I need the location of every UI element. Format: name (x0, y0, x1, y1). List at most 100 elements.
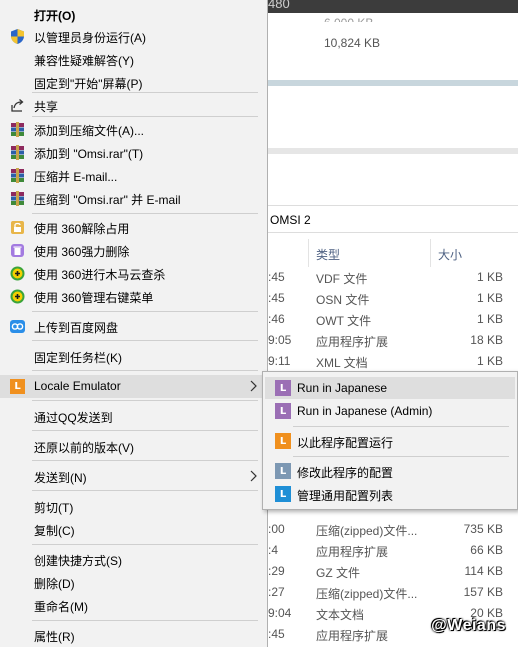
menu-item-open[interactable]: 打开(O) (0, 3, 267, 26)
menu-item-360-force-delete[interactable]: 使用 360强力删除 (0, 239, 267, 262)
menu-item-rename[interactable]: 重命名(M) (0, 594, 267, 617)
menu-item-run-as-admin[interactable]: 以管理员身份运行(A) (0, 25, 267, 48)
column-divider[interactable] (430, 239, 431, 267)
menu-item-send-to[interactable]: 发送到(N) (0, 465, 267, 488)
menu-item-label: 使用 360强力删除 (34, 245, 130, 259)
menu-item-pin-to-taskbar[interactable]: 固定到任务栏(K) (0, 345, 267, 368)
menu-item-label: 发送到(N) (34, 471, 87, 485)
file-type: 应用程序扩展 (316, 629, 389, 643)
file-type: XML 文档 (316, 356, 368, 370)
submenu-item-label: 修改此程序的配置 (297, 466, 394, 480)
menu-item-label: 上传到百度网盘 (34, 321, 119, 335)
file-row[interactable]: :27 压缩(zipped)文件... 157 KB (268, 582, 518, 603)
context-menu: 打开(O) 以管理员身份运行(A) 兼容性疑难解答(Y) 固定到"开始"屏幕(P… (0, 0, 268, 647)
file-time: :00 (268, 522, 285, 536)
menu-item-create-shortcut[interactable]: 创建快捷方式(S) (0, 548, 267, 571)
360-delete-icon (9, 242, 26, 259)
winrar-icon (9, 167, 26, 184)
file-size: 735 KB (463, 522, 503, 536)
size-value: 10,824 KB (324, 36, 381, 50)
menu-item-compress-omsi-email[interactable]: 压缩到 "Omsi.rar" 并 E-mail (0, 187, 267, 210)
menu-item-360-unlock[interactable]: 使用 360解除占用 (0, 216, 267, 239)
file-row[interactable]: :29 GZ 文件 114 KB (268, 561, 518, 582)
address-bar[interactable]: OMSI 2 (268, 205, 518, 233)
locale-emulator-submenu: L Run in Japanese L Run in Japanese (Adm… (262, 371, 518, 510)
submenu-item-modify-app-profile[interactable]: L 修改此程序的配置 (265, 460, 515, 482)
winrar-icon (9, 190, 26, 207)
menu-item-label: Locale Emulator (34, 379, 121, 393)
menu-item-copy[interactable]: 复制(C) (0, 518, 267, 541)
menu-item-360-trojan-scan[interactable]: 使用 360进行木马云查杀 (0, 262, 267, 285)
column-header-type[interactable]: 类型 (316, 246, 340, 263)
file-row[interactable]: :00 压缩(zipped)文件... 735 KB (268, 519, 518, 540)
menu-item-compress-email[interactable]: 压缩并 E-mail... (0, 164, 267, 187)
menu-separator (32, 213, 258, 214)
file-row[interactable]: :45 OSN 文件 1 KB (268, 288, 518, 309)
file-row[interactable]: :4 应用程序扩展 66 KB (268, 540, 518, 561)
share-icon (9, 97, 26, 114)
file-type: 应用程序扩展 (316, 335, 389, 349)
file-time: :27 (268, 585, 285, 599)
menu-item-label: 重命名(M) (34, 600, 88, 614)
file-type: OWT 文件 (316, 314, 372, 328)
menu-separator (32, 460, 258, 461)
file-size: 1 KB (476, 270, 503, 284)
menu-item-label: 固定到"开始"屏幕(P) (34, 77, 143, 91)
menu-item-360-manage-menu[interactable]: 使用 360管理右键菜单 (0, 285, 267, 308)
submenu-item-label: 以此程序配置运行 (297, 436, 394, 450)
file-row[interactable]: :46 OWT 文件 1 KB (268, 309, 518, 330)
menu-separator (32, 490, 258, 491)
menu-item-add-to-omsi-rar[interactable]: 添加到 "Omsi.rar"(T) (0, 141, 267, 164)
menu-item-locale-emulator[interactable]: L Locale Emulator (0, 375, 267, 398)
file-type: 压缩(zipped)文件... (316, 524, 418, 538)
menu-item-label: 压缩并 E-mail... (34, 170, 118, 184)
menu-item-label: 添加到 "Omsi.rar"(T) (34, 147, 144, 161)
file-size: 157 KB (463, 585, 503, 599)
submenu-item-manage-global-profiles[interactable]: L 管理通用配置列表 (265, 483, 515, 505)
menu-separator (32, 340, 258, 341)
file-time: :29 (268, 564, 285, 578)
file-type: GZ 文件 (316, 566, 360, 580)
menu-item-send-via-qq[interactable]: 通过QQ发送到 (0, 405, 267, 428)
menu-item-cut[interactable]: 剪切(T) (0, 495, 267, 518)
file-row[interactable]: 9:05 应用程序扩展 18 KB (268, 330, 518, 351)
file-time: :45 (268, 291, 285, 305)
file-row[interactable]: 9:11 XML 文档 1 KB (268, 351, 518, 372)
submenu-item-run-with-app-profile[interactable]: L 以此程序配置运行 (265, 430, 515, 452)
uac-shield-icon (9, 28, 26, 45)
file-type: 应用程序扩展 (316, 545, 389, 559)
menu-item-pin-to-start[interactable]: 固定到"开始"屏幕(P) (0, 71, 267, 94)
locale-emulator-icon: L (10, 379, 25, 394)
file-size: 1 KB (476, 312, 503, 326)
menu-item-label: 固定到任务栏(K) (34, 351, 122, 365)
menu-item-properties[interactable]: 属性(R) (0, 624, 267, 647)
column-divider[interactable] (308, 239, 309, 267)
menu-item-share[interactable]: 共享 (0, 94, 267, 117)
locale-emulator-icon: L (275, 486, 291, 502)
menu-item-baidu-upload[interactable]: 上传到百度网盘 (0, 315, 267, 338)
menu-separator (32, 544, 258, 545)
menu-item-compat-troubleshoot[interactable]: 兼容性疑难解答(Y) (0, 48, 267, 71)
winrar-icon (9, 144, 26, 161)
locale-emulator-icon: L (275, 463, 291, 479)
submenu-item-run-in-japanese-admin[interactable]: L Run in Japanese (Admin) (265, 400, 515, 422)
menu-item-label: 属性(R) (34, 630, 75, 644)
menu-item-label: 共享 (34, 100, 59, 114)
file-size: 66 KB (470, 543, 503, 557)
address-path: OMSI 2 (270, 213, 311, 227)
column-header-size[interactable]: 大小 (438, 246, 462, 263)
file-row[interactable]: :45 VDF 文件 1 KB (268, 267, 518, 288)
menu-separator (32, 370, 258, 371)
menu-separator (32, 430, 258, 431)
menu-item-label: 兼容性疑难解答(Y) (34, 54, 134, 68)
menu-separator (32, 620, 258, 621)
menu-separator (32, 116, 258, 117)
file-time: 9:05 (268, 333, 292, 347)
submenu-item-run-in-japanese[interactable]: L Run in Japanese (265, 377, 515, 399)
menu-item-add-to-archive[interactable]: 添加到压缩文件(A)... (0, 118, 267, 141)
locale-emulator-icon: L (275, 380, 291, 396)
menu-item-label: 还原以前的版本(V) (34, 441, 134, 455)
watermark: @Weians (431, 617, 506, 634)
menu-item-restore-previous-versions[interactable]: 还原以前的版本(V) (0, 435, 267, 458)
menu-item-delete[interactable]: 删除(D) (0, 571, 267, 594)
